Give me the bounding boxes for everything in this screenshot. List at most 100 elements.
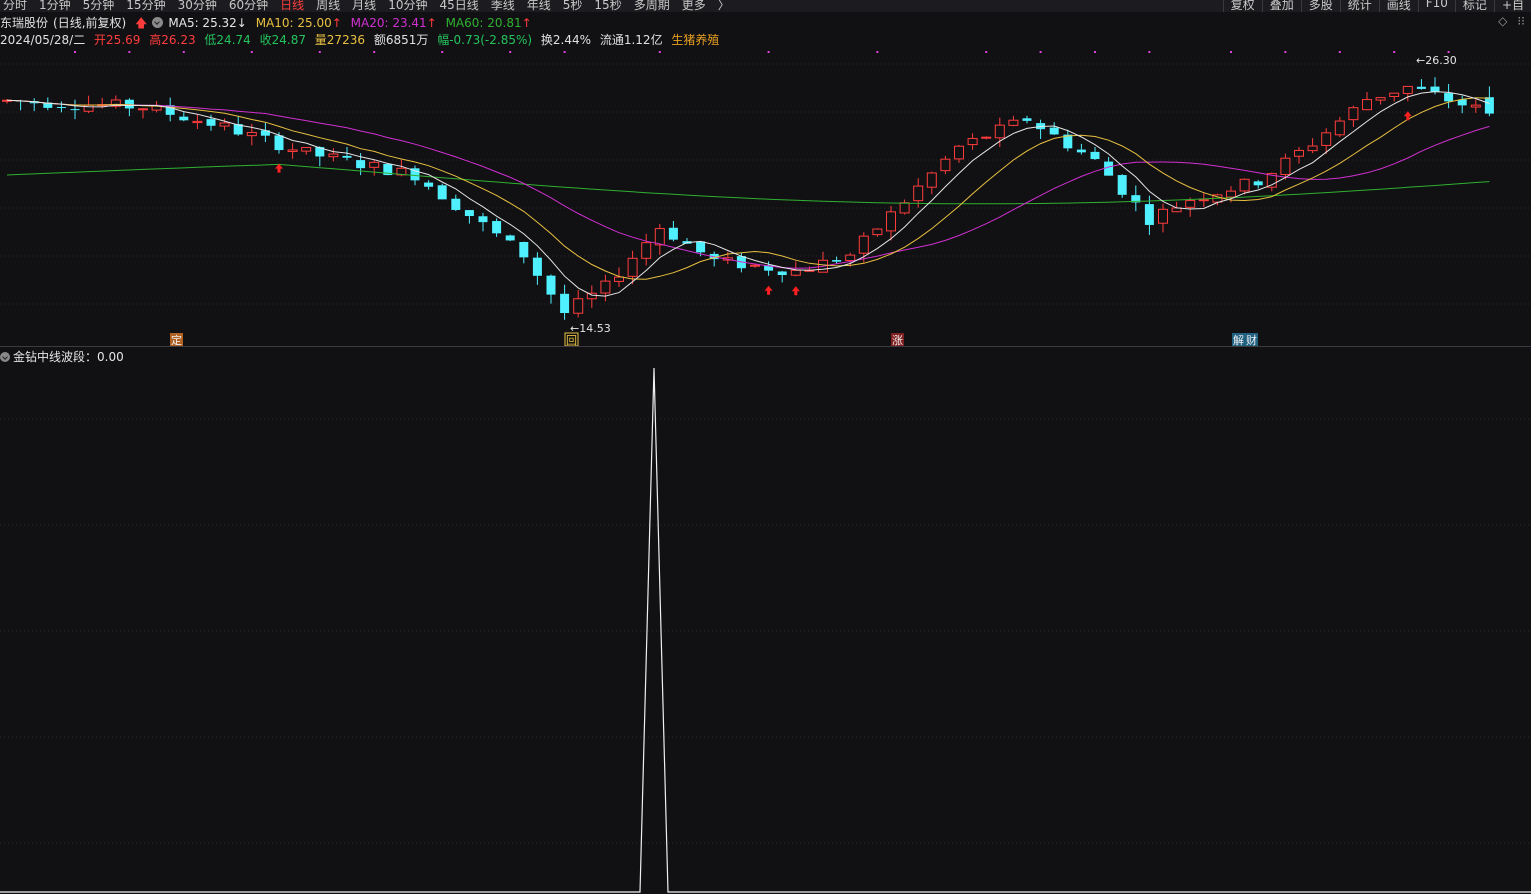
candle[interactable] — [519, 241, 529, 264]
candle[interactable] — [179, 112, 189, 122]
candle[interactable] — [1158, 203, 1168, 233]
stock-name[interactable]: 东瑞股份 — [0, 16, 48, 30]
candle[interactable] — [532, 252, 542, 285]
candle[interactable] — [1294, 146, 1304, 164]
candle[interactable] — [641, 233, 652, 266]
tab-7[interactable]: 周线 — [316, 0, 340, 12]
candle[interactable] — [301, 147, 312, 155]
candle[interactable] — [369, 160, 380, 176]
tool-5[interactable]: F10 — [1417, 0, 1455, 12]
ma5-line[interactable] — [6, 91, 1490, 297]
candle[interactable] — [668, 221, 678, 242]
candle[interactable] — [1090, 146, 1100, 160]
event-marker[interactable]: 解 — [1232, 333, 1245, 346]
candle[interactable] — [1063, 129, 1073, 152]
candle[interactable] — [1416, 79, 1426, 90]
tool-2[interactable]: 多股 — [1300, 0, 1340, 12]
candle[interactable] — [1036, 119, 1046, 139]
buy-arrow-icon[interactable] — [764, 285, 773, 295]
candle[interactable] — [573, 289, 584, 318]
candle[interactable] — [1348, 105, 1359, 127]
indicator-name[interactable]: 金钻中线波段 — [13, 350, 85, 364]
tab-1[interactable]: 1分钟 — [39, 0, 71, 12]
candle[interactable] — [1484, 86, 1494, 117]
tool-6[interactable]: 标记 — [1454, 0, 1494, 12]
candle[interactable] — [1076, 143, 1086, 155]
candle[interactable] — [1022, 115, 1032, 124]
candle[interactable] — [138, 108, 148, 119]
candle[interactable] — [1008, 115, 1019, 127]
candle[interactable] — [940, 155, 951, 175]
tab-2[interactable]: 5分钟 — [83, 0, 115, 12]
more-chevron-icon[interactable]: 〉 — [718, 0, 730, 12]
candle[interactable] — [981, 136, 992, 140]
candle[interactable] — [1307, 138, 1318, 154]
candle[interactable] — [464, 209, 474, 224]
candle[interactable] — [1171, 201, 1182, 213]
candle[interactable] — [1117, 174, 1127, 198]
candle[interactable] — [287, 143, 298, 159]
tab-11[interactable]: 季线 — [491, 0, 515, 12]
candle[interactable] — [260, 122, 270, 143]
event-marker[interactable]: 财 — [1245, 333, 1258, 346]
tool-1[interactable]: 叠加 — [1261, 0, 1301, 12]
candle[interactable] — [1049, 122, 1059, 135]
tab-5[interactable]: 60分钟 — [229, 0, 268, 12]
tab-8[interactable]: 月线 — [352, 0, 376, 12]
candle[interactable] — [1334, 116, 1345, 138]
candle[interactable] — [505, 234, 515, 242]
candle[interactable] — [29, 98, 39, 112]
candle[interactable] — [1470, 99, 1481, 113]
indicator-chart[interactable] — [0, 364, 1531, 894]
event-marker[interactable]: 回 — [564, 332, 579, 346]
candle[interactable] — [1457, 95, 1467, 114]
candle[interactable] — [1185, 197, 1196, 217]
tab-13[interactable]: 5秒 — [563, 0, 583, 12]
candle[interactable] — [1253, 179, 1263, 189]
candle[interactable] — [872, 228, 883, 237]
indicator-line[interactable] — [0, 367, 1531, 893]
candle[interactable] — [478, 212, 488, 232]
panel-divider[interactable] — [0, 346, 1531, 347]
candle[interactable] — [56, 101, 66, 113]
candle[interactable] — [560, 284, 570, 320]
tool-4[interactable]: 画线 — [1378, 0, 1418, 12]
tab-3[interactable]: 15分钟 — [126, 0, 165, 12]
buy-arrow-icon[interactable] — [1403, 111, 1412, 121]
candle[interactable] — [654, 223, 665, 255]
tab-14[interactable]: 15秒 — [594, 0, 621, 12]
indicator-settings-icon[interactable] — [0, 352, 10, 362]
buy-arrow-icon[interactable] — [791, 286, 800, 296]
candle[interactable] — [546, 274, 556, 304]
tab-15[interactable]: 多周期 — [634, 0, 670, 12]
tab-12[interactable]: 年线 — [527, 0, 551, 12]
candle[interactable] — [451, 194, 461, 212]
tab-10[interactable]: 45日线 — [439, 0, 478, 12]
candle[interactable] — [1389, 92, 1400, 102]
candle[interactable] — [424, 180, 434, 190]
candle[interactable] — [994, 117, 1005, 148]
candle[interactable] — [1131, 185, 1141, 212]
tab-4[interactable]: 30分钟 — [178, 0, 217, 12]
candle[interactable] — [586, 285, 597, 308]
candle[interactable] — [926, 171, 937, 195]
tab-0[interactable]: 分时 — [3, 0, 27, 12]
candle[interactable] — [709, 251, 719, 267]
kline-chart[interactable]: ←26.30←14.53定回涨解财 — [0, 46, 1531, 346]
candle[interactable] — [110, 95, 121, 109]
candle[interactable] — [192, 114, 203, 130]
tab-16[interactable]: 更多 — [682, 0, 706, 12]
candle[interactable] — [2, 99, 12, 104]
candle[interactable] — [954, 144, 964, 163]
tab-6[interactable]: 日线 — [280, 0, 304, 12]
tool-0[interactable]: 复权 — [1222, 0, 1262, 12]
candle[interactable] — [165, 97, 175, 122]
tool-3[interactable]: 统计 — [1339, 0, 1379, 12]
candle[interactable] — [1444, 84, 1454, 109]
candle[interactable] — [233, 116, 243, 136]
candle[interactable] — [83, 95, 94, 114]
concept-tag[interactable]: 生猪养殖 — [671, 33, 719, 47]
candle[interactable] — [328, 148, 339, 162]
candle[interactable] — [1198, 192, 1209, 208]
candle[interactable] — [70, 99, 80, 120]
